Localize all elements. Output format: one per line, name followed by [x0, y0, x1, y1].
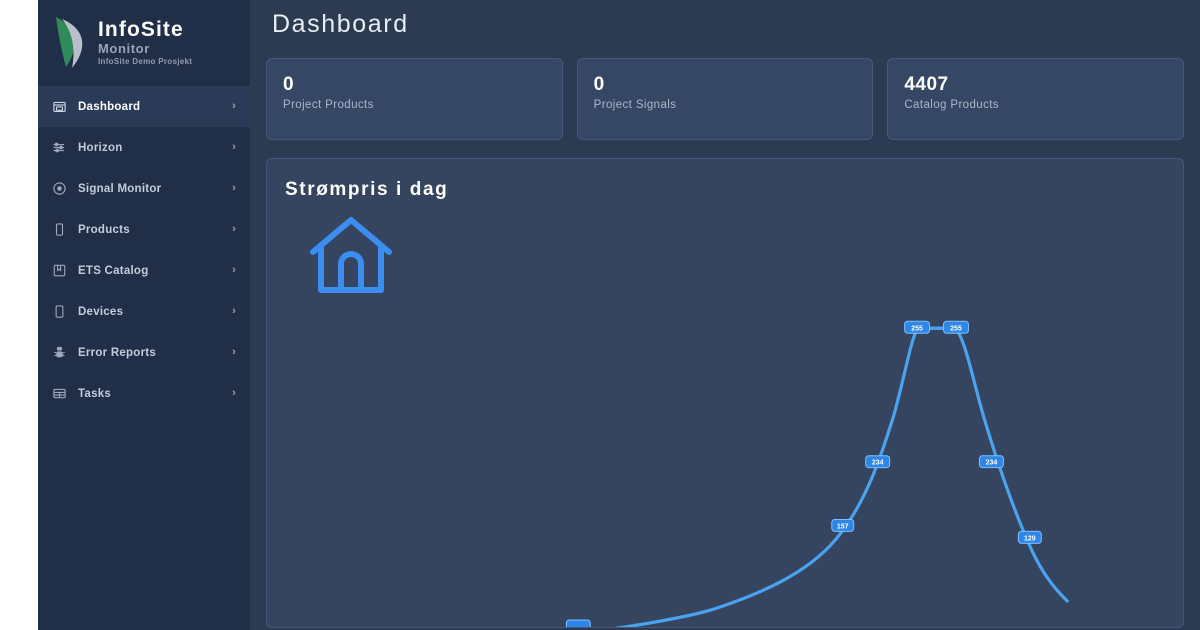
dashboard-icon: [48, 96, 70, 118]
chart-point-label: 234: [865, 455, 891, 469]
chart-point-value: 157: [837, 523, 849, 530]
sidebar-item-label: Signal Monitor: [78, 182, 162, 195]
sidebar: InfoSite Monitor InfoSite Demo Prosjekt …: [38, 0, 250, 630]
stat-value: 0: [283, 74, 295, 95]
app-root: InfoSite Monitor InfoSite Demo Prosjekt …: [0, 0, 1200, 630]
chart-point-label: 129: [1017, 530, 1042, 544]
stat-value: 0: [593, 74, 605, 95]
page-title: Dashboard: [272, 10, 409, 38]
chevron-right-icon: ›: [232, 100, 236, 112]
sidebar-item-label: Products: [78, 223, 130, 236]
sliders-icon: [48, 137, 70, 159]
brand-project-name: InfoSite Demo Prosjekt: [98, 57, 193, 66]
sidebar-item-products[interactable]: Products ›: [38, 209, 250, 250]
sidebar-nav: Dashboard › Horizon › Signal Monitor › P…: [38, 84, 250, 414]
chart-point-value: 129: [1024, 535, 1036, 542]
sidebar-item-devices[interactable]: Devices ›: [38, 291, 250, 332]
sidebar-item-signal-monitor[interactable]: Signal Monitor ›: [38, 168, 250, 209]
chevron-right-icon: ›: [232, 264, 236, 276]
chart-point-value: 234: [986, 460, 998, 467]
sidebar-item-label: Dashboard: [78, 100, 141, 113]
chevron-right-icon: ›: [232, 346, 236, 358]
brand-text: InfoSite Monitor InfoSite Demo Prosjekt: [98, 17, 192, 67]
sidebar-item-horizon[interactable]: Horizon ›: [38, 127, 250, 168]
sidebar-item-label: Tasks: [78, 387, 112, 400]
bug-icon: [48, 342, 70, 364]
sidebar-item-dashboard[interactable]: Dashboard ›: [38, 86, 250, 127]
stat-card-project-products[interactable]: 0 Project Products: [266, 58, 563, 140]
chart-point-label: 255: [943, 320, 969, 334]
sidebar-item-label: Horizon: [78, 141, 123, 154]
brand-title: InfoSite: [98, 18, 184, 41]
stat-value: 4407: [904, 74, 949, 95]
sidebar-item-label: Error Reports: [78, 346, 157, 359]
power-price-panel: Strømpris i dag 157 234 255 255 234 129: [266, 158, 1184, 628]
chevron-right-icon: ›: [232, 387, 236, 399]
tablet-icon: [48, 301, 70, 323]
book-icon: [48, 260, 70, 282]
table-icon: [48, 383, 70, 405]
brand-header[interactable]: InfoSite Monitor InfoSite Demo Prosjekt: [38, 0, 250, 84]
chart-point-value: 234: [872, 460, 884, 467]
sail-leaf-logo-icon: [46, 13, 92, 71]
signal-target-icon: [48, 178, 70, 200]
chart-line: [614, 326, 1069, 627]
brand-subtitle: Monitor: [98, 41, 150, 56]
chevron-right-icon: ›: [232, 223, 236, 235]
chart-point-label: 157: [831, 518, 855, 532]
sidebar-item-label: Devices: [78, 305, 124, 318]
chart-point-label: 234: [978, 455, 1004, 469]
sidebar-item-ets-catalog[interactable]: ETS Catalog ›: [38, 250, 250, 291]
device-icon: [48, 219, 70, 241]
sidebar-item-tasks[interactable]: Tasks ›: [38, 373, 250, 414]
stat-card-catalog-products[interactable]: 4407 Catalog Products: [887, 58, 1185, 140]
power-price-line-chart: 157 234 255 255 234 129: [565, 320, 1069, 627]
sidebar-item-error-reports[interactable]: Error Reports ›: [38, 332, 250, 373]
main-content: Dashboard 0 Project Products 0 Project S…: [250, 0, 1200, 630]
stat-label: Project Signals: [593, 99, 677, 111]
chart-point-value: 255: [950, 325, 962, 332]
chevron-right-icon: ›: [232, 305, 236, 317]
chart-point-value: 255: [911, 325, 923, 332]
stat-label: Project Products: [283, 99, 374, 111]
chart-point-label: 255: [904, 320, 931, 334]
sidebar-item-label: ETS Catalog: [78, 264, 149, 277]
chevron-right-icon: ›: [232, 141, 236, 153]
stat-card-project-signals[interactable]: 0 Project Signals: [576, 58, 874, 140]
stats-row: 0 Project Products 0 Project Signals 440…: [266, 58, 1185, 140]
stat-label: Catalog Products: [904, 99, 999, 111]
chevron-right-icon: ›: [232, 182, 236, 194]
chart-point-label-clipped: [565, 619, 591, 627]
